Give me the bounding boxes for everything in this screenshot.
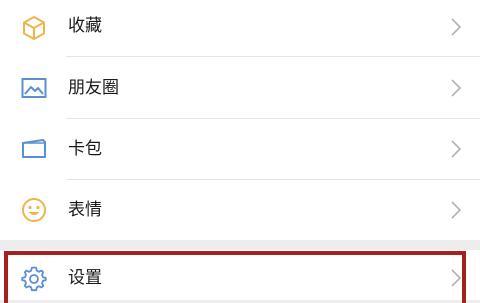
gear-icon xyxy=(21,266,47,292)
settings-group: 设置 xyxy=(0,250,480,300)
menu-item-label: 卡包 xyxy=(68,139,102,159)
menu-item-label: 收藏 xyxy=(68,16,102,36)
menu-group: 收藏 朋友圈 卡包 表情 xyxy=(0,0,480,240)
menu-item-label: 设置 xyxy=(68,268,102,288)
chevron-right-icon xyxy=(451,79,462,97)
me-menu: 收藏 朋友圈 卡包 表情 设置 xyxy=(0,0,480,303)
chevron-right-icon xyxy=(451,140,462,158)
card-icon xyxy=(22,139,46,158)
menu-item-card-wallet[interactable]: 卡包 xyxy=(0,119,480,179)
menu-item-moments[interactable]: 朋友圈 xyxy=(0,58,480,118)
smile-icon xyxy=(22,198,46,222)
cube-icon xyxy=(23,16,45,40)
image-icon xyxy=(21,78,47,98)
menu-item-stickers[interactable]: 表情 xyxy=(0,180,480,240)
chevron-right-icon xyxy=(451,269,462,287)
divider xyxy=(66,56,480,57)
menu-item-favorites[interactable]: 收藏 xyxy=(0,0,480,60)
chevron-right-icon xyxy=(451,18,462,36)
menu-item-settings[interactable]: 设置 xyxy=(0,250,480,300)
menu-item-label: 朋友圈 xyxy=(68,78,119,98)
chevron-right-icon xyxy=(451,201,462,219)
menu-item-label: 表情 xyxy=(68,200,102,220)
